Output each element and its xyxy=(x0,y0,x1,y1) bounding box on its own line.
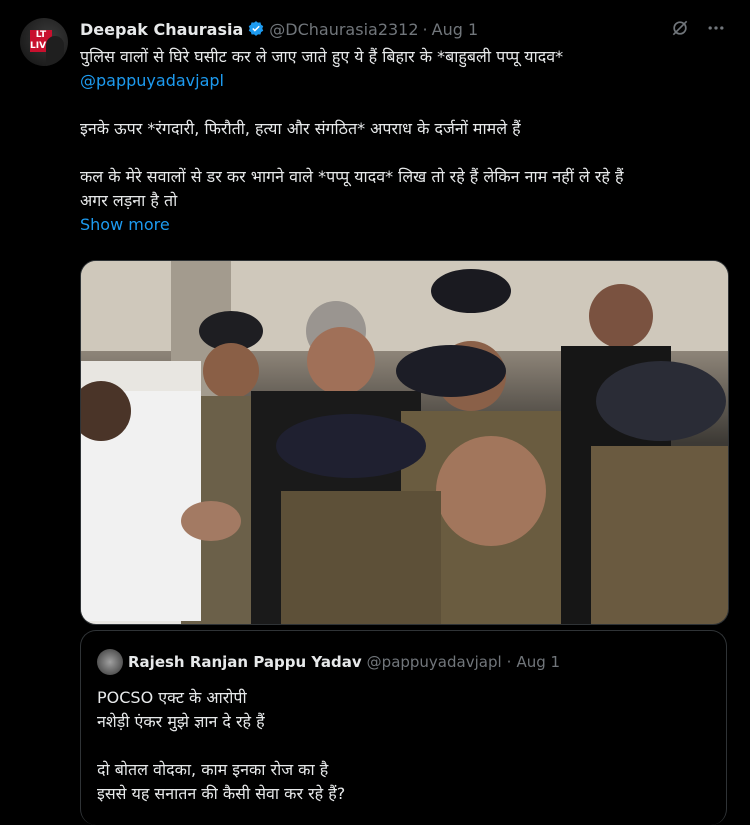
tweet-line-3: कल के मेरे सवालों से डर कर भागने वाले *प… xyxy=(80,167,624,186)
show-more-link[interactable]: Show more xyxy=(80,215,170,234)
tweet-photo[interactable] xyxy=(80,260,729,625)
verified-badge-icon xyxy=(249,21,264,36)
tweet[interactable]: LT LIVE Deepak Chaurasia @DChaurasia2312 … xyxy=(0,0,750,825)
quoted-line-3: दो बोतल वोदका, काम इनका रोज का है xyxy=(97,760,329,779)
quoted-separator-dot: · xyxy=(506,653,512,671)
tweet-line-1: पुलिस वालों से घिरे घसीट कर ले जाए जाते … xyxy=(80,47,564,66)
quoted-tweet[interactable]: Rajesh Ranjan Pappu Yadav @pappuyadavjap… xyxy=(80,630,727,825)
quoted-line-4: इससे यह सनातन की कैसी सेवा कर रहे हैं? xyxy=(97,784,346,803)
quoted-line-2: नशेड़ी एंकर मुझे ज्ञान दे रहे हैं xyxy=(97,712,265,731)
quoted-author-name: Rajesh Ranjan Pappu Yadav xyxy=(128,653,362,671)
mention-link[interactable]: @pappuyadavjapl xyxy=(80,71,224,90)
tweet-time[interactable]: Aug 1 xyxy=(432,20,479,39)
quoted-time: Aug 1 xyxy=(516,653,561,671)
tweet-line-4: अगर लड़ना है तो xyxy=(80,191,178,210)
tweet-text: पुलिस वालों से घिरे घसीट कर ले जाए जाते … xyxy=(80,45,730,237)
tweet-header: Deepak Chaurasia @DChaurasia2312 · Aug 1 xyxy=(80,18,478,40)
author-avatar[interactable]: LT LIVE xyxy=(20,18,68,66)
quoted-header: Rajesh Ranjan Pappu Yadav @pappuyadavjap… xyxy=(97,649,560,675)
quoted-text: POCSO एक्ट के आरोपी नशेड़ी एंकर मुझे ज्ञ… xyxy=(97,686,345,806)
quoted-avatar xyxy=(97,649,123,675)
author-name[interactable]: Deepak Chaurasia xyxy=(80,20,243,39)
quoted-line-1: POCSO एक्ट के आरोपी xyxy=(97,688,247,707)
quoted-handle: @pappuyadavjapl xyxy=(366,653,502,671)
author-handle[interactable]: @DChaurasia2312 xyxy=(269,20,418,39)
tweet-line-2: इनके ऊपर *रंगदारी, फिरौती, हत्या और संगठ… xyxy=(80,119,521,138)
more-icon[interactable] xyxy=(706,18,726,38)
avatar-person xyxy=(46,36,64,66)
header-actions xyxy=(670,18,726,38)
separator-dot: · xyxy=(422,19,428,39)
photo-scene xyxy=(81,261,728,624)
grok-icon[interactable] xyxy=(670,18,690,38)
